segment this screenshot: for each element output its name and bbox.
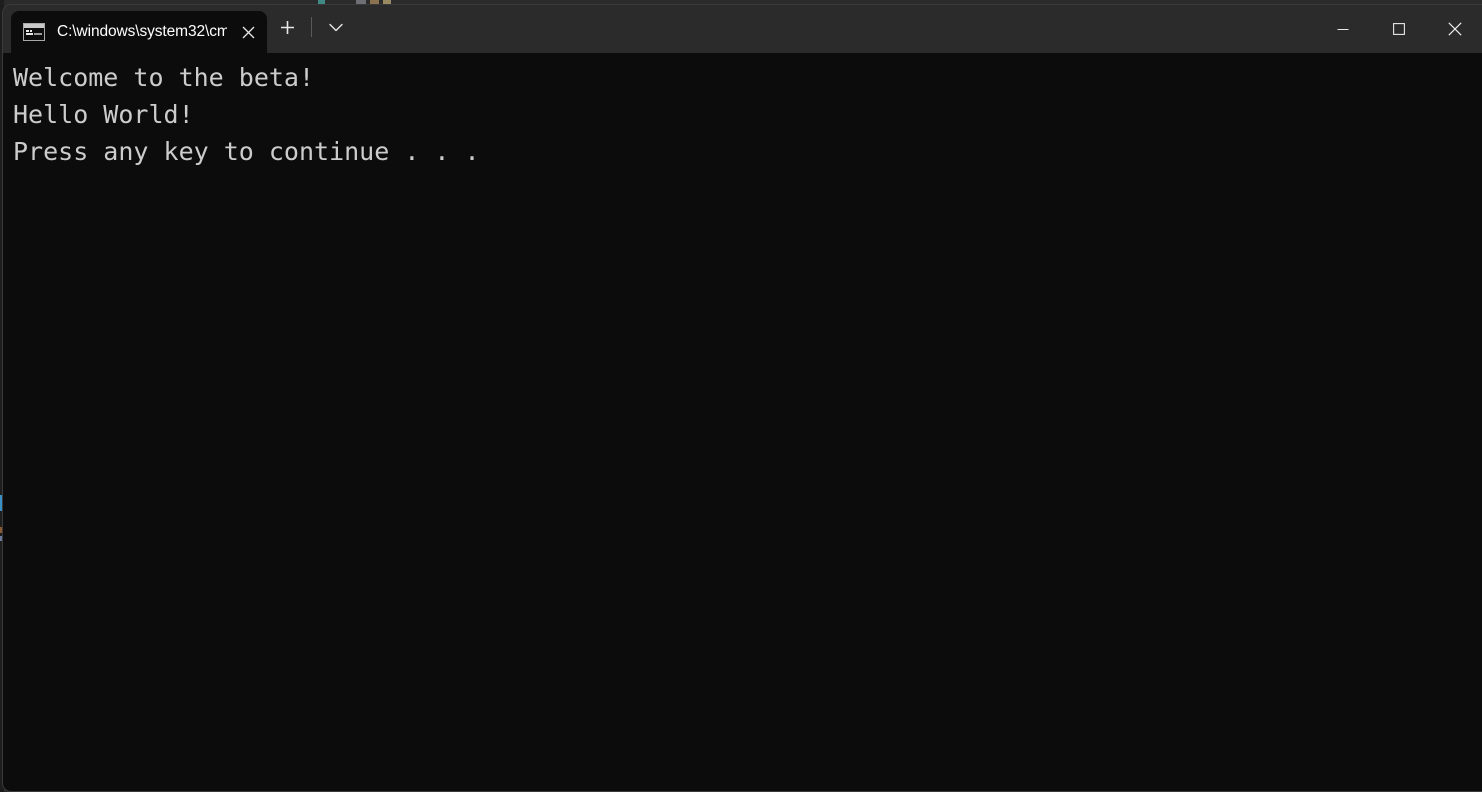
minimize-button[interactable]	[1315, 5, 1371, 53]
maximize-button[interactable]	[1371, 5, 1427, 53]
terminal-line: Press any key to continue . . .	[13, 137, 480, 166]
tab-strip: C:\windows\system32\cmd.exe	[3, 5, 267, 53]
terminal-window: C:\windows\system32\cmd.exe	[2, 4, 1482, 792]
tab-actions-divider	[311, 17, 312, 37]
terminal-output-pane[interactable]: Welcome to the beta! Hello World! Press …	[3, 53, 1482, 791]
tab-actions	[267, 5, 356, 53]
terminal-line: Welcome to the beta!	[13, 63, 315, 92]
terminal-line: Hello World!	[13, 100, 194, 129]
tab-close-icon[interactable]	[229, 11, 267, 53]
console-icon	[23, 23, 45, 41]
close-button[interactable]	[1427, 5, 1482, 53]
window-controls	[1315, 5, 1482, 53]
tab-title: C:\windows\system32\cmd.exe	[57, 23, 227, 40]
titlebar-drag-region[interactable]	[356, 5, 1482, 53]
desktop-background: C:\windows\system32\cmd.exe	[0, 0, 1482, 792]
new-tab-button[interactable]	[267, 9, 307, 45]
title-bar[interactable]: C:\windows\system32\cmd.exe	[3, 5, 1482, 53]
tab-cmd[interactable]: C:\windows\system32\cmd.exe	[11, 11, 267, 53]
chevron-down-icon[interactable]	[316, 9, 356, 45]
